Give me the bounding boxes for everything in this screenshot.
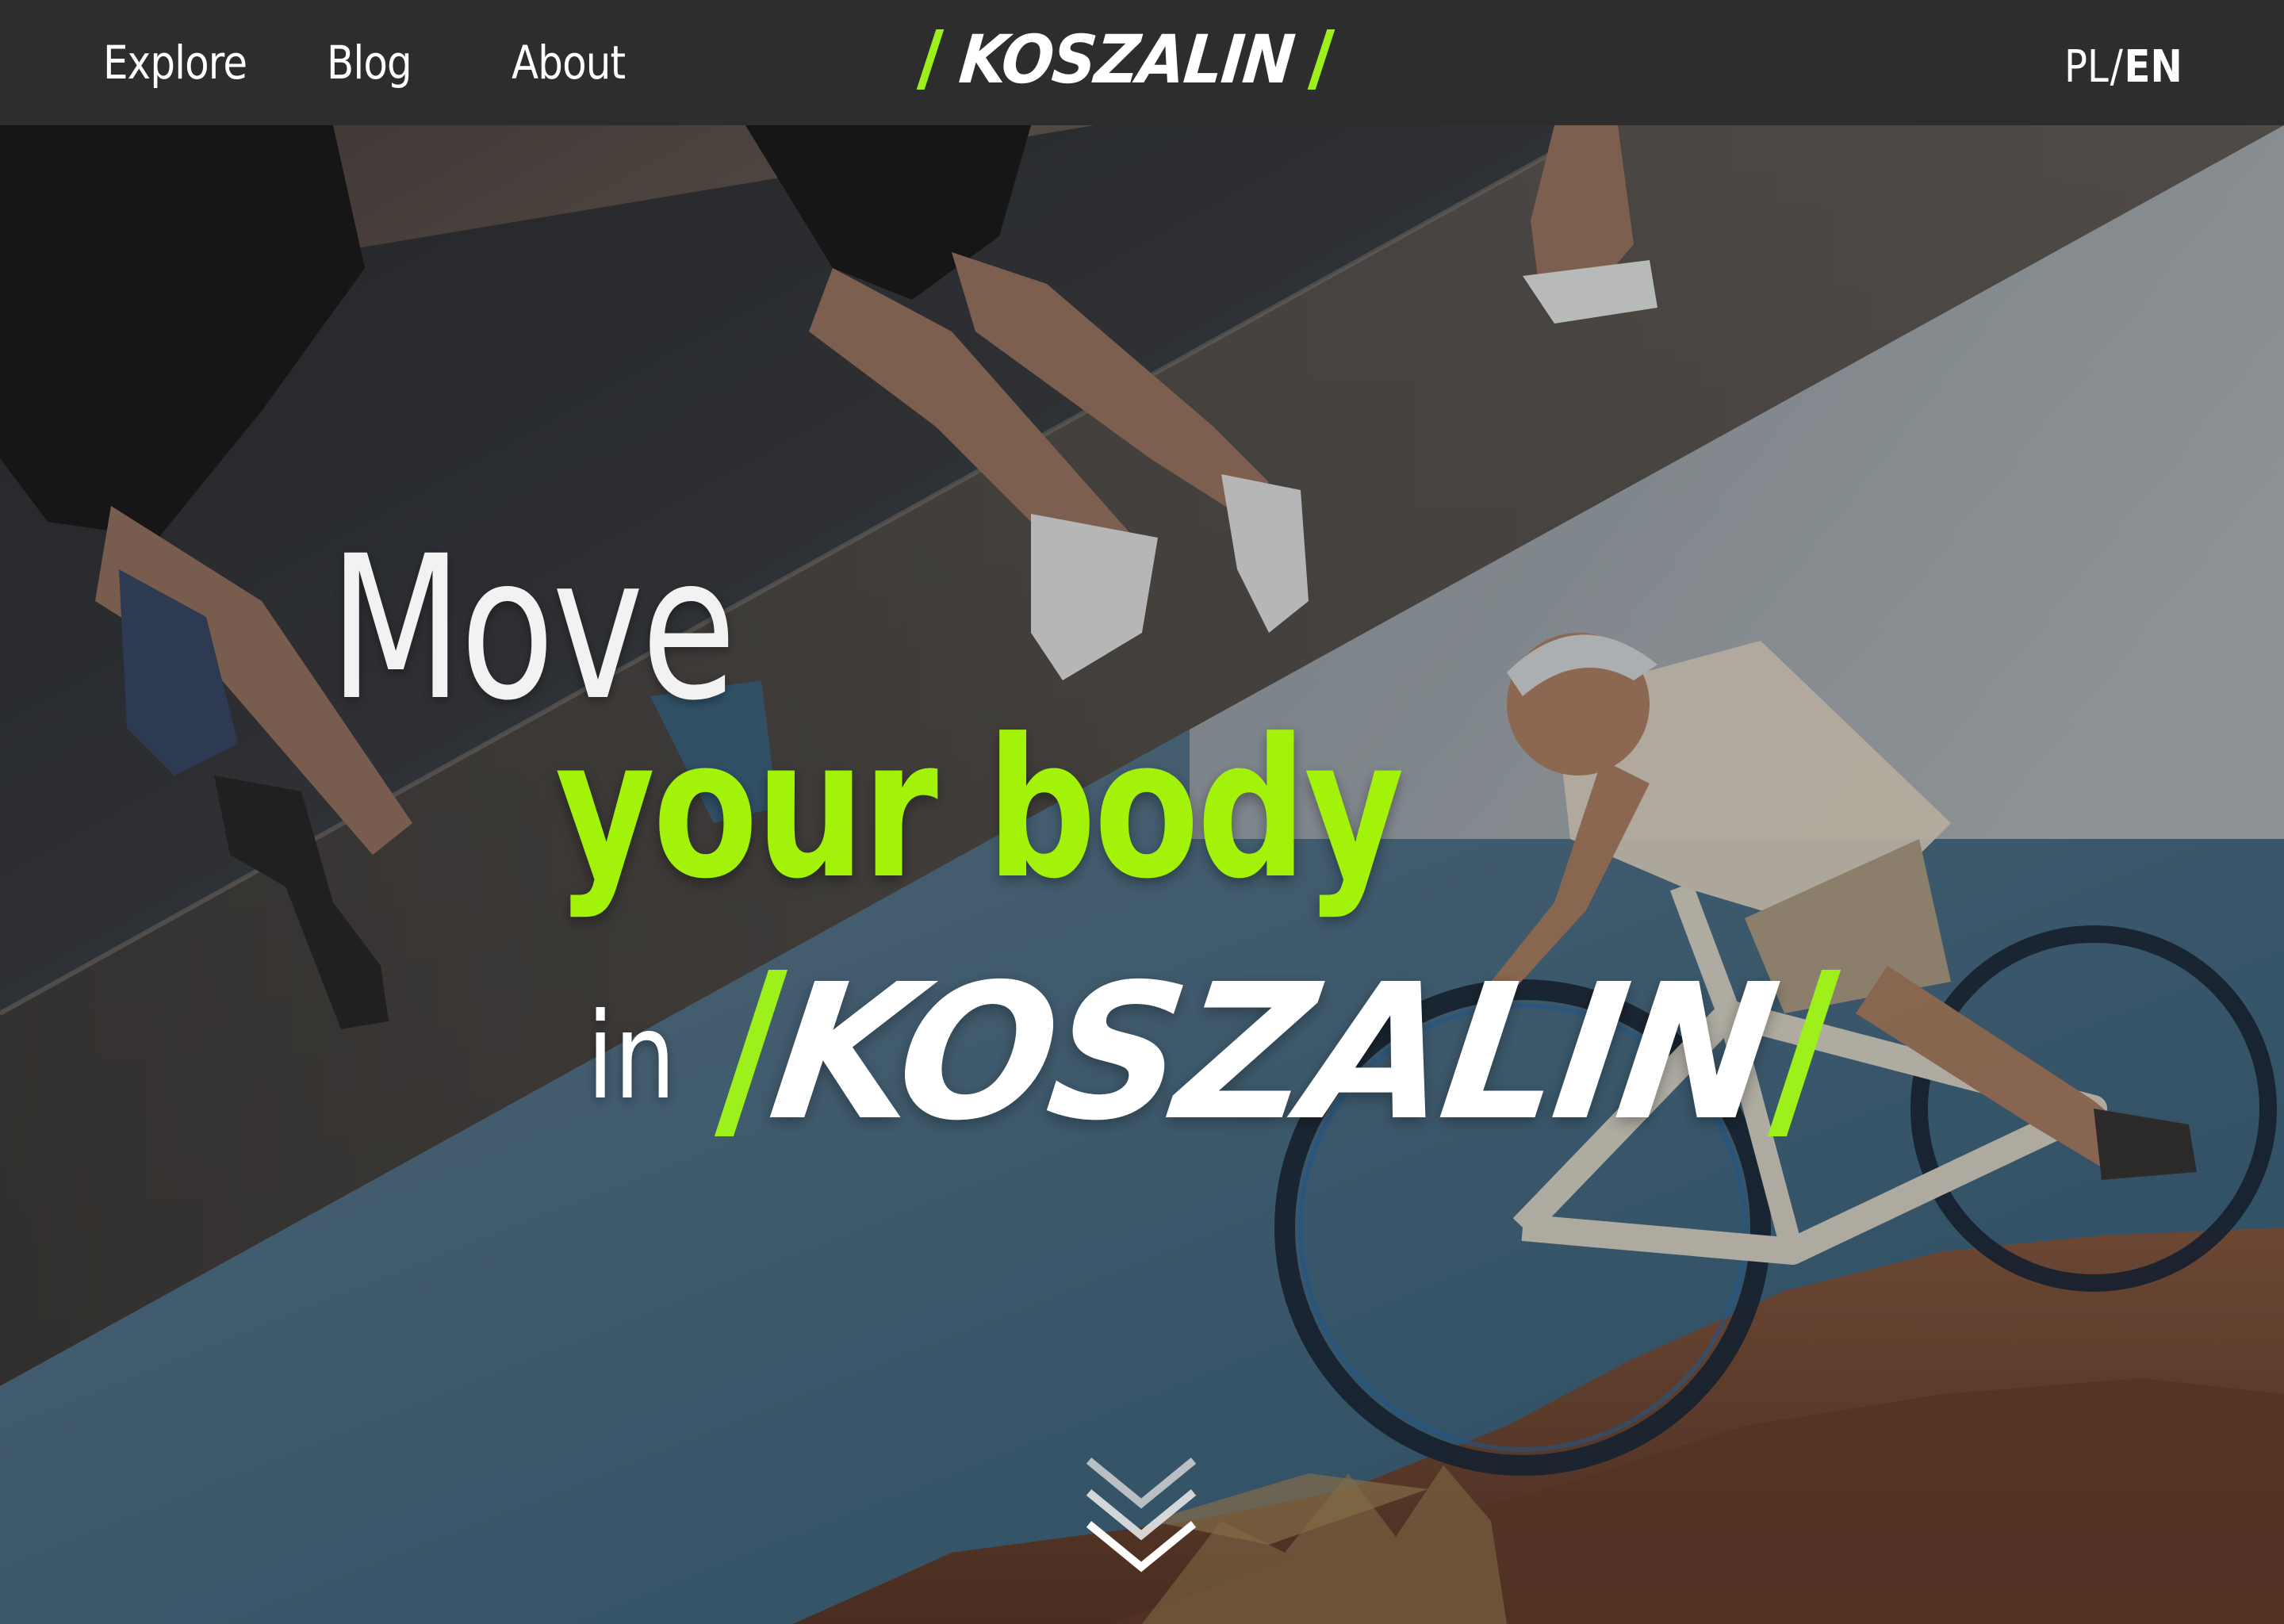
logo-slash-right (1307, 29, 1335, 90)
hero-logo-text: KOSZALIN (760, 944, 1785, 1162)
double-chevron-down-icon (1086, 1457, 1197, 1572)
site-logo[interactable]: KOSZALIN (916, 21, 1335, 98)
hero-headline: Move your body in KOSZALIN (0, 125, 2284, 1624)
language-option-pl[interactable]: PL (2064, 41, 2109, 93)
nav-link-blog[interactable]: Blog (327, 36, 412, 90)
page: Explore Blog About KOSZALIN PL / EN Move… (0, 0, 2284, 1624)
nav-link-about[interactable]: About (512, 36, 626, 90)
logo-text: KOSZALIN (956, 21, 1297, 98)
hero-section: Move your body in KOSZALIN (0, 125, 2284, 1624)
headline-line-in: in (587, 988, 676, 1126)
headline-line-your-body: your body (555, 698, 1405, 921)
hero-logo-slash-right (1767, 970, 1841, 1136)
language-separator: / (2110, 40, 2123, 93)
language-switcher: PL / EN (2064, 38, 2182, 95)
nav-link-explore[interactable]: Explore (103, 36, 247, 90)
scroll-down-button[interactable] (1083, 1451, 1200, 1575)
logo-slash-left (916, 29, 945, 90)
language-option-en[interactable]: EN (2125, 41, 2182, 93)
headline-koszalin-logo: KOSZALIN (714, 944, 1841, 1162)
top-navbar: Explore Blog About KOSZALIN PL / EN (0, 0, 2284, 125)
